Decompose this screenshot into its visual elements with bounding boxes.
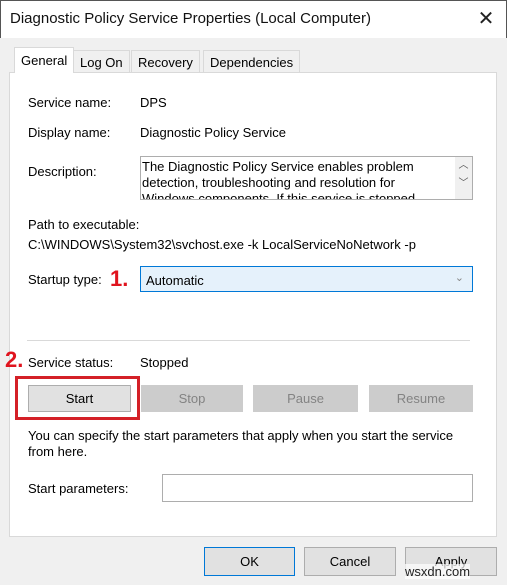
start-params-input[interactable]	[162, 474, 473, 502]
path-value: C:\WINDOWS\System32\svchost.exe -k Local…	[28, 237, 416, 252]
startup-type-label: Startup type:	[28, 272, 102, 287]
description-textbox[interactable]: The Diagnostic Policy Service enables pr…	[140, 156, 473, 200]
resume-button[interactable]: Resume	[369, 385, 473, 412]
stop-button[interactable]: Stop	[141, 385, 243, 412]
tab-log-on[interactable]: Log On	[73, 50, 130, 73]
startup-type-select[interactable]: Automatic ⌄	[140, 266, 473, 292]
display-name-label: Display name:	[28, 125, 111, 140]
start-params-label: Start parameters:	[28, 481, 129, 496]
tab-recovery[interactable]: Recovery	[131, 50, 200, 73]
pause-button[interactable]: Pause	[253, 385, 358, 412]
general-panel	[9, 72, 497, 537]
tab-dependencies[interactable]: Dependencies	[203, 50, 301, 73]
start-params-hint: You can specify the start parameters tha…	[28, 428, 454, 459]
chevron-down-icon: ⌄	[454, 272, 464, 284]
description-label: Description:	[28, 164, 97, 179]
close-icon[interactable]: ✕	[474, 6, 498, 31]
service-name-label: Service name:	[28, 95, 112, 110]
tab-general[interactable]: General	[14, 47, 75, 73]
ok-button[interactable]: OK	[204, 547, 295, 576]
display-name-value: Diagnostic Policy Service	[140, 125, 286, 140]
divider	[27, 340, 470, 341]
path-label: Path to executable:	[28, 217, 140, 232]
step-1-annotation: 1.	[110, 266, 129, 291]
chevron-up-icon[interactable]: ︿	[455, 157, 472, 175]
chevron-down-icon[interactable]: ﹀	[455, 175, 472, 193]
highlight-box	[15, 376, 140, 420]
window-title: Diagnostic Policy Service Properties (Lo…	[10, 10, 371, 27]
startup-type-value: Automatic	[146, 273, 204, 288]
service-status-label: Service status:	[28, 355, 114, 370]
step-2-annotation: 2.	[5, 347, 24, 372]
service-status-value: Stopped	[140, 355, 189, 370]
service-name-value: DPS	[140, 95, 167, 110]
watermark: wsxdn.com	[405, 564, 471, 579]
description-text: The Diagnostic Policy Service enables pr…	[142, 159, 416, 200]
cancel-button[interactable]: Cancel	[304, 547, 396, 576]
scrollbar[interactable]: ︿ ﹀	[455, 157, 472, 199]
